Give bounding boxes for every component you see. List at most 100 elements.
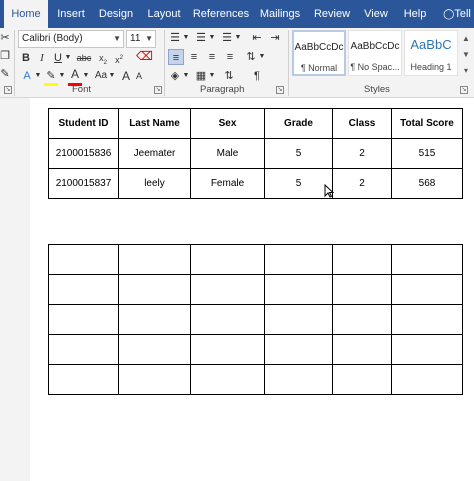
increase-indent-icon[interactable]: ⇥ — [268, 30, 282, 46]
table-cell[interactable] — [332, 304, 392, 335]
table-cell[interactable] — [118, 244, 191, 275]
cut-icon[interactable]: ✂ — [0, 30, 10, 46]
table-cell[interactable]: leely — [118, 168, 191, 199]
style-no-spacing[interactable]: AaBbCcDc ¶ No Spac... — [348, 30, 402, 76]
table-cell[interactable] — [190, 334, 265, 365]
multilevel-list-icon[interactable]: ☰ — [220, 30, 234, 46]
table-cell[interactable] — [264, 274, 333, 305]
sort-icon[interactable]: ⇅ — [222, 68, 236, 84]
table-cell[interactable] — [48, 304, 119, 335]
line-spacing-icon[interactable]: ⇅ — [244, 49, 258, 65]
student-table[interactable]: Student ID Last Name Sex Grade Class Tot… — [48, 108, 463, 199]
table-cell[interactable]: 2100015837 — [48, 168, 119, 199]
show-formatting-marks-icon[interactable]: ¶ — [250, 68, 264, 84]
tab-help[interactable]: Help — [400, 0, 430, 28]
tab-mailings[interactable]: Mailings — [256, 0, 304, 28]
table-cell[interactable] — [190, 244, 265, 275]
table-cell[interactable] — [48, 334, 119, 365]
numbering-icon[interactable]: ☰ — [194, 30, 208, 46]
chevron-down-icon[interactable]: ▼ — [82, 68, 90, 84]
header-cell[interactable]: Student ID — [48, 108, 119, 139]
table-cell[interactable]: 5 — [264, 138, 333, 169]
header-cell[interactable]: Class — [332, 108, 392, 139]
table-cell[interactable] — [332, 364, 392, 395]
table-cell[interactable] — [48, 364, 119, 395]
table-cell[interactable] — [118, 334, 191, 365]
tab-review[interactable]: Review — [312, 0, 352, 28]
table-cell[interactable] — [118, 304, 191, 335]
tell-me-search[interactable]: ◯Tell — [440, 0, 474, 28]
table-cell[interactable]: 2 — [332, 138, 392, 169]
chevron-down-icon[interactable]: ▼ — [145, 31, 153, 47]
clipboard-dialog-launcher[interactable]: ↘ — [4, 86, 12, 94]
header-cell[interactable]: Grade — [264, 108, 333, 139]
chevron-down-icon[interactable]: ▼ — [258, 49, 266, 65]
chevron-down-icon[interactable]: ▼ — [182, 68, 190, 84]
table-cell[interactable]: 5 — [264, 168, 333, 199]
table-cell[interactable] — [332, 334, 392, 365]
table-cell[interactable] — [391, 334, 463, 365]
align-left-button[interactable]: ≡ — [168, 49, 184, 65]
borders-icon[interactable]: ▦ — [194, 68, 208, 84]
table-cell[interactable] — [190, 364, 265, 395]
chevron-down-icon[interactable]: ▼ — [64, 50, 72, 66]
align-center-button[interactable]: ≡ — [186, 49, 202, 65]
table-cell[interactable]: Male — [190, 138, 265, 169]
chevron-down-icon[interactable]: ▼ — [58, 68, 66, 84]
table-cell[interactable] — [190, 274, 265, 305]
table-cell[interactable]: Female — [190, 168, 265, 199]
tab-design[interactable]: Design — [96, 0, 136, 28]
table-cell[interactable] — [391, 364, 463, 395]
table-cell[interactable] — [48, 274, 119, 305]
strikethrough-button[interactable]: abc — [76, 50, 92, 66]
styles-more-icon[interactable]: ▾ — [460, 66, 472, 75]
change-case-icon[interactable]: Aa — [94, 68, 108, 84]
table-cell[interactable] — [332, 244, 392, 275]
shading-icon[interactable]: ◈ — [168, 68, 182, 84]
format-painter-icon[interactable]: ✎ — [0, 66, 10, 82]
font-dialog-launcher[interactable]: ↘ — [154, 86, 162, 94]
header-cell[interactable]: Total Score — [391, 108, 463, 139]
table-cell[interactable]: 2100015836 — [48, 138, 119, 169]
chevron-down-icon[interactable]: ▼ — [208, 68, 216, 84]
tab-references[interactable]: References — [192, 0, 250, 28]
style-normal[interactable]: AaBbCcDc ¶ Normal — [292, 30, 346, 76]
tab-insert[interactable]: Insert — [52, 0, 90, 28]
tab-view[interactable]: View — [360, 0, 392, 28]
chevron-down-icon[interactable]: ▼ — [113, 31, 121, 47]
bold-button[interactable]: B — [20, 50, 32, 66]
superscript-button[interactable]: x2 — [112, 50, 126, 66]
italic-button[interactable]: I — [36, 50, 48, 66]
table-cell[interactable] — [332, 274, 392, 305]
header-cell[interactable]: Last Name — [118, 108, 191, 139]
subscript-button[interactable]: x2 — [96, 50, 110, 66]
table-cell[interactable] — [264, 334, 333, 365]
table-cell[interactable] — [48, 244, 119, 275]
clear-formatting-icon[interactable]: ⌫ — [136, 48, 153, 64]
justify-button[interactable]: ≡ — [222, 49, 238, 65]
styles-dialog-launcher[interactable]: ↘ — [460, 86, 468, 94]
table-cell[interactable] — [264, 304, 333, 335]
styles-scroll-up-icon[interactable]: ▲ — [460, 34, 472, 43]
font-size-box[interactable]: 11 ▼ — [126, 30, 156, 48]
styles-scroll-down-icon[interactable]: ▼ — [460, 50, 472, 59]
font-name-box[interactable]: Calibri (Body) ▼ — [18, 30, 124, 48]
highlight-icon[interactable]: ✎ — [44, 68, 58, 84]
table-cell[interactable] — [264, 244, 333, 275]
decrease-indent-icon[interactable]: ⇤ — [250, 30, 264, 46]
font-color-icon[interactable]: A — [68, 66, 82, 82]
text-effects-icon[interactable]: A — [20, 68, 34, 84]
chevron-down-icon[interactable]: ▼ — [182, 30, 190, 46]
tab-layout[interactable]: Layout — [144, 0, 184, 28]
chevron-down-icon[interactable]: ▼ — [234, 30, 242, 46]
table-cell[interactable] — [118, 364, 191, 395]
bullets-icon[interactable]: ☰ — [168, 30, 182, 46]
table-cell[interactable]: Jeemater — [118, 138, 191, 169]
paragraph-dialog-launcher[interactable]: ↘ — [276, 86, 284, 94]
copy-icon[interactable]: ❐ — [0, 48, 10, 64]
table-cell[interactable] — [118, 274, 191, 305]
grow-font-icon[interactable]: A — [120, 68, 132, 84]
table-cell[interactable] — [391, 304, 463, 335]
empty-table[interactable] — [48, 244, 463, 395]
chevron-down-icon[interactable]: ▼ — [34, 68, 42, 84]
